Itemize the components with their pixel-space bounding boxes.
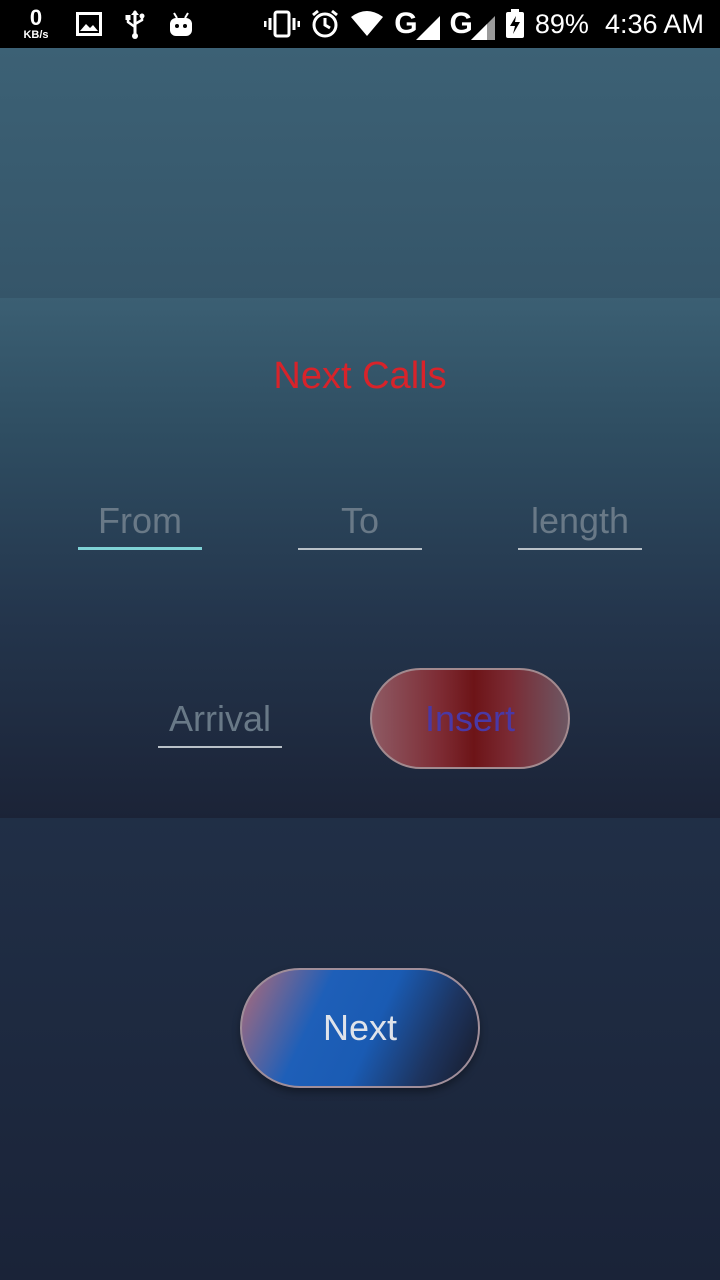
battery-percent: 89% <box>534 8 589 39</box>
from-field-container <box>78 494 202 550</box>
signal-group-2: G <box>450 7 495 41</box>
signal-icon <box>470 15 495 41</box>
vibrate-icon <box>264 10 301 38</box>
net-speed-indicator: 0 KB/s <box>18 7 54 41</box>
alarm-icon <box>310 9 340 39</box>
battery-charging-icon <box>505 9 525 39</box>
arrival-field[interactable] <box>158 692 282 746</box>
signal-icon <box>415 15 440 41</box>
wifi-icon <box>350 11 384 37</box>
net-speed-unit: KB/s <box>23 29 49 41</box>
insert-button[interactable]: Insert <box>370 668 570 769</box>
length-field-container <box>518 494 642 550</box>
from-field[interactable] <box>78 494 202 547</box>
clock: 4:36 AM <box>604 8 704 39</box>
to-field-container <box>298 494 422 550</box>
image-icon <box>76 12 102 36</box>
network-type-label: G <box>394 7 418 40</box>
network-type-label: G <box>449 7 473 40</box>
next-button[interactable]: Next <box>240 968 480 1088</box>
to-field[interactable] <box>298 494 422 548</box>
top-band <box>0 48 720 298</box>
usb-icon <box>124 9 146 39</box>
length-field[interactable] <box>518 494 642 548</box>
status-bar: 0 KB/s G G 89% 4:36 AM <box>0 0 720 48</box>
net-speed-value: 0 <box>29 5 43 30</box>
signal-group-1: G <box>394 7 440 41</box>
android-icon <box>168 10 194 38</box>
arrival-field-container <box>158 692 282 748</box>
dialog-title: Next Calls <box>273 355 447 397</box>
